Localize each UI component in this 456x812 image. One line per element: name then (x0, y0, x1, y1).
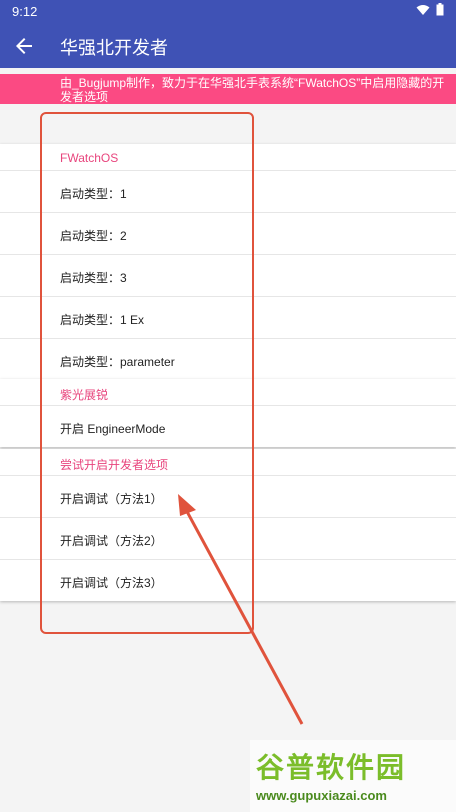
watermark: 谷普软件园 www.gupuxiazai.com (250, 740, 456, 812)
annotation-arrow-icon (178, 494, 304, 725)
watermark-url: www.gupuxiazai.com (256, 788, 387, 803)
watermark-logo-text: 谷普软件园 (256, 752, 407, 783)
